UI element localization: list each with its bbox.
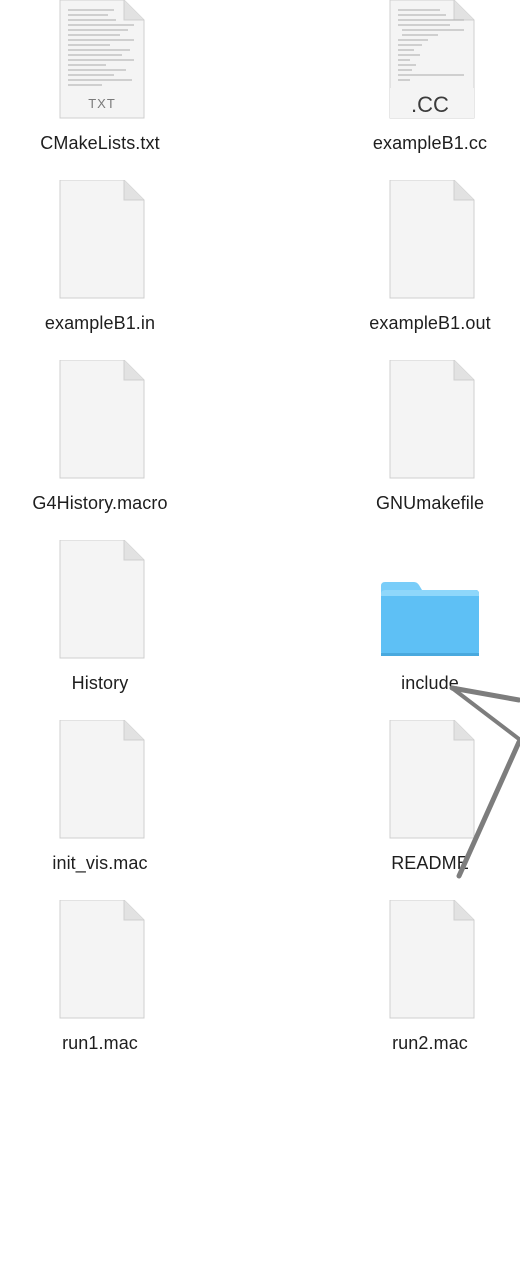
file-name-label: GNUmakefile xyxy=(375,493,485,513)
blank-document-icon xyxy=(59,900,145,1019)
blank-document-icon xyxy=(59,720,145,839)
folder-name-label: include xyxy=(401,673,459,693)
cc-source-file-icon: .CC xyxy=(389,0,475,119)
folder-icon xyxy=(381,582,479,656)
file-name-label: exampleB1.cc xyxy=(372,133,488,153)
file-item-gnumakefile[interactable]: GNUmakefile xyxy=(340,360,520,530)
cc-badge: .CC xyxy=(411,92,449,117)
file-item-history[interactable]: History xyxy=(10,540,190,710)
file-name-label: run1.mac xyxy=(62,1033,138,1053)
file-item-readme[interactable]: README xyxy=(340,720,520,890)
blank-document-icon xyxy=(389,180,475,299)
file-item-g4history-macro[interactable]: G4History.macro xyxy=(10,360,190,530)
file-name-label: exampleB1.in xyxy=(44,313,156,333)
file-name-label: README xyxy=(391,853,469,873)
blank-document-icon xyxy=(59,180,145,299)
blank-document-icon xyxy=(59,540,145,659)
folder-item-include[interactable]: include xyxy=(340,540,520,710)
file-name-label: run2.mac xyxy=(392,1033,468,1053)
txt-document-icon: TXT xyxy=(59,0,145,119)
blank-document-icon xyxy=(389,720,475,839)
file-item-exampleb1-in[interactable]: exampleB1.in xyxy=(10,180,190,350)
file-name-label: init_vis.mac xyxy=(52,853,148,873)
txt-badge: TXT xyxy=(88,96,116,111)
finder-icon-grid: TXT CMakeLists.txt .CC exampleB1.cc exam… xyxy=(0,0,520,1276)
file-name-label: G4History.macro xyxy=(32,493,168,513)
file-name-label: CMakeLists.txt xyxy=(40,133,160,153)
file-item-run2-mac[interactable]: run2.mac xyxy=(340,900,520,1070)
blank-document-icon xyxy=(59,360,145,479)
file-item-run1-mac[interactable]: run1.mac xyxy=(10,900,190,1070)
file-item-exampleb1-cc[interactable]: .CC exampleB1.cc xyxy=(340,0,520,170)
blank-document-icon xyxy=(389,900,475,1019)
file-name-label: exampleB1.out xyxy=(369,313,491,333)
file-item-cmakelists[interactable]: TXT CMakeLists.txt xyxy=(10,0,190,170)
file-item-exampleb1-out[interactable]: exampleB1.out xyxy=(340,180,520,350)
blank-document-icon xyxy=(389,360,475,479)
file-name-label: History xyxy=(71,673,129,693)
file-item-init-vis-mac[interactable]: init_vis.mac xyxy=(10,720,190,890)
